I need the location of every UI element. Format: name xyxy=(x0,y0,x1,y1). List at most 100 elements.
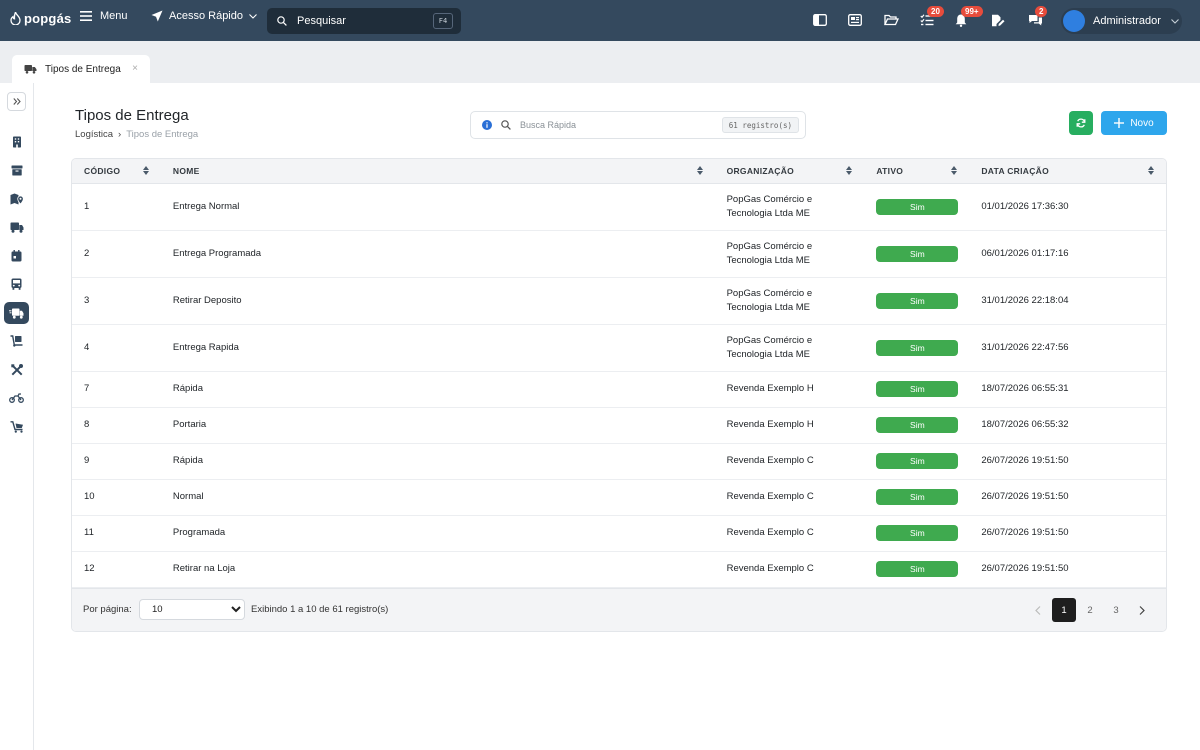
motorcycle-icon[interactable] xyxy=(4,387,29,409)
menu-button[interactable]: Menu xyxy=(80,10,128,22)
per-page-select[interactable]: 10 xyxy=(139,599,245,620)
cell-nome: Programada xyxy=(160,515,715,552)
calendar-icon[interactable] xyxy=(4,245,29,267)
tasks-icon[interactable]: 20 xyxy=(919,6,944,28)
sidebar-expand-button[interactable] xyxy=(7,92,26,111)
cell-data-criacao: 26/07/2026 19:51:50 xyxy=(969,443,1166,480)
status-badge: Sim xyxy=(876,339,959,356)
close-icon[interactable]: × xyxy=(132,63,138,74)
data-table: CÓDIGO NOME ORGANIZAÇÃO ATIVO DATA CRIAÇ… xyxy=(72,159,1166,588)
column-header-nome[interactable]: NOME xyxy=(160,159,715,184)
cell-organizacao: PopGas Comércio e Tecnologia Ltda ME xyxy=(714,183,865,231)
table-row[interactable]: 7 Rápida Revenda Exemplo H Sim 18/07/202… xyxy=(72,371,1166,408)
cell-data-criacao: 26/07/2026 19:51:50 xyxy=(969,479,1166,516)
delivery-truck-icon[interactable] xyxy=(4,302,29,324)
cell-data-criacao: 18/07/2026 06:55:32 xyxy=(969,407,1166,444)
cell-data-criacao: 26/07/2026 19:51:50 xyxy=(969,515,1166,552)
sort-icon[interactable] xyxy=(1148,166,1154,175)
logo[interactable]: popgás xyxy=(10,11,71,26)
column-header-ativo[interactable]: ATIVO xyxy=(864,159,970,184)
breadcrumb-parent[interactable]: Logística xyxy=(75,129,113,140)
table-row[interactable]: 2 Entrega Programada PopGas Comércio e Te… xyxy=(72,230,1166,278)
page-button-2[interactable]: 2 xyxy=(1078,598,1102,622)
tools-icon[interactable] xyxy=(4,359,29,381)
cell-nome: Entrega Normal xyxy=(160,183,715,231)
cell-nome: Retirar Deposito xyxy=(160,277,715,325)
sort-icon[interactable] xyxy=(696,166,703,175)
cell-codigo: 8 xyxy=(72,407,161,444)
cell-ativo: Sim xyxy=(864,183,970,231)
cell-organizacao: Revenda Exemplo C xyxy=(714,479,865,516)
sort-icon[interactable] xyxy=(951,166,958,175)
cell-organizacao: PopGas Comércio e Tecnologia Ltda ME xyxy=(714,277,865,325)
cell-organizacao: Revenda Exemplo H xyxy=(714,371,865,408)
table-row[interactable]: 1 Entrega Normal PopGas Comércio e Tecnol… xyxy=(72,183,1166,231)
cell-nome: Rápida xyxy=(160,443,715,480)
status-badge: Sim xyxy=(876,561,959,577)
dolly-icon[interactable] xyxy=(4,330,29,352)
chevron-down-icon xyxy=(1170,18,1179,24)
column-header-data-criacao[interactable]: DATA CRIAÇÃO xyxy=(969,159,1166,184)
quick-search-input[interactable] xyxy=(520,120,700,130)
sort-icon[interactable] xyxy=(142,166,149,175)
table-row[interactable]: 10 Normal Revenda Exemplo C Sim 26/07/20… xyxy=(72,479,1166,516)
status-badge: Sim xyxy=(876,525,959,541)
cell-codigo: 2 xyxy=(72,230,161,278)
table-row[interactable]: 4 Entrega Rapida PopGas Comércio e Tecnol… xyxy=(72,324,1166,372)
user-menu[interactable]: Administrador xyxy=(1061,8,1182,34)
table-row[interactable]: 3 Retirar Deposito PopGas Comércio e Tecn… xyxy=(72,277,1166,325)
breadcrumb-separator: › xyxy=(118,129,122,140)
user-name: Administrador xyxy=(1093,15,1161,27)
box-icon[interactable] xyxy=(4,159,29,181)
column-header-organizacao[interactable]: ORGANIZAÇÃO xyxy=(714,159,865,184)
table-row[interactable]: 8 Portaria Revenda Exemplo H Sim 18/07/2… xyxy=(72,407,1166,444)
bus-icon[interactable] xyxy=(4,273,29,295)
status-badge: Sim xyxy=(876,292,959,309)
cart-icon[interactable] xyxy=(4,416,29,438)
file-edit-icon[interactable] xyxy=(990,12,1006,28)
breadcrumb-current: Tipos de Entrega xyxy=(126,129,199,140)
prev-page-button[interactable] xyxy=(1026,598,1050,622)
chevron-right-icon xyxy=(1139,605,1145,615)
cell-organizacao: Revenda Exemplo C xyxy=(714,443,865,480)
page-button-1[interactable]: 1 xyxy=(1052,598,1076,622)
cell-codigo: 1 xyxy=(72,183,161,231)
column-header-codigo[interactable]: CÓDIGO xyxy=(72,159,161,184)
cell-organizacao: Revenda Exemplo H xyxy=(714,407,865,444)
status-badge: Sim xyxy=(876,245,959,262)
sort-icon[interactable] xyxy=(846,166,853,175)
truck-icon[interactable] xyxy=(4,216,29,238)
table-row[interactable]: 12 Retirar na Loja Revenda Exemplo C Sim… xyxy=(72,551,1166,588)
delivery-truck-icon xyxy=(24,65,37,74)
cell-codigo: 12 xyxy=(72,551,161,588)
global-search[interactable]: Pesquisar F4 xyxy=(267,8,461,34)
quick-access-button[interactable]: Acesso Rápido xyxy=(151,10,257,22)
page-button-3[interactable]: 3 xyxy=(1104,598,1128,622)
table-row[interactable]: 11 Programada Revenda Exemplo C Sim 26/0… xyxy=(72,515,1166,552)
table-row[interactable]: 9 Rápida Revenda Exemplo C Sim 26/07/202… xyxy=(72,443,1166,480)
cell-ativo: Sim xyxy=(864,407,970,444)
folder-open-icon[interactable] xyxy=(883,12,899,28)
new-button-label: Novo xyxy=(1130,117,1154,129)
map-pin-icon[interactable] xyxy=(4,188,29,210)
newspaper-icon[interactable] xyxy=(847,12,863,28)
bell-icon[interactable]: 99+ xyxy=(953,6,983,28)
cell-organizacao: PopGas Comércio e Tecnologia Ltda ME xyxy=(714,324,865,372)
tab-tipos-de-entrega[interactable]: Tipos de Entrega × xyxy=(12,55,150,83)
cell-codigo: 11 xyxy=(72,515,161,552)
breadcrumb: Logística › Tipos de Entrega xyxy=(75,129,198,140)
cell-ativo: Sim xyxy=(864,479,970,516)
menu-label: Menu xyxy=(100,10,128,22)
tasks-badge: 20 xyxy=(927,6,944,17)
refresh-button[interactable] xyxy=(1069,111,1093,135)
search-placeholder: Pesquisar xyxy=(297,15,346,27)
next-page-button[interactable] xyxy=(1130,598,1154,622)
sidebar-toggle-icon[interactable] xyxy=(812,12,828,28)
data-table-card: CÓDIGO NOME ORGANIZAÇÃO ATIVO DATA CRIAÇ… xyxy=(71,158,1167,632)
building-icon[interactable] xyxy=(4,131,29,153)
avatar xyxy=(1063,10,1085,32)
info-icon[interactable] xyxy=(482,120,492,130)
chat-icon[interactable]: 2 xyxy=(1027,6,1048,28)
hamburger-icon xyxy=(80,11,92,21)
new-button[interactable]: Novo xyxy=(1101,111,1167,135)
